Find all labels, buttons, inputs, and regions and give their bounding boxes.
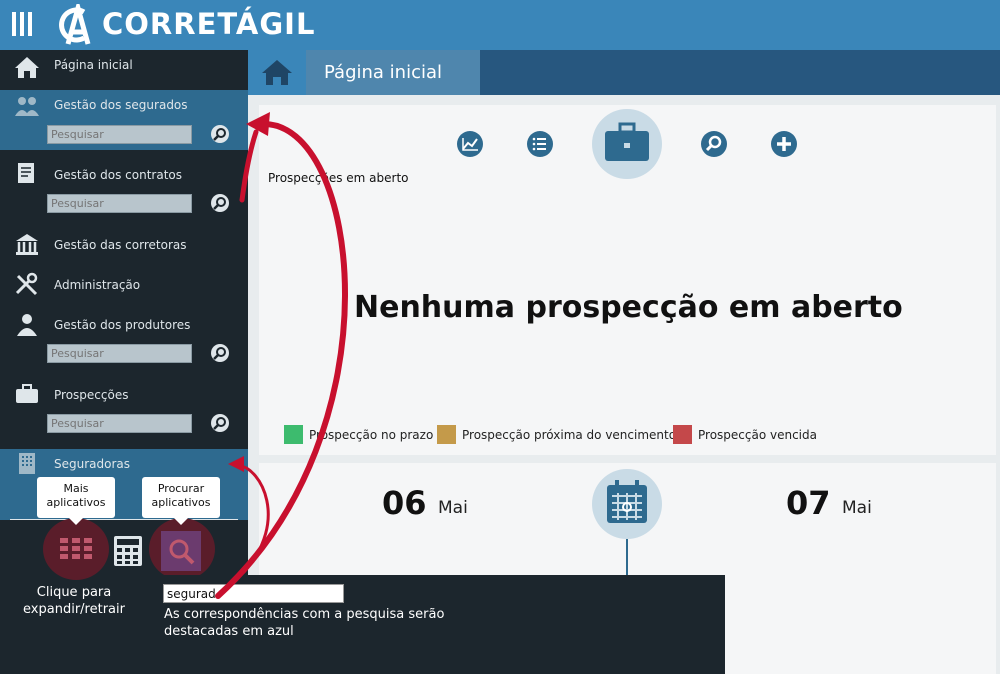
search-apps-tile	[161, 531, 201, 571]
sidebar-item-label: Gestão dos produtores	[54, 318, 191, 332]
legend-label: Prospecção próxima do vencimento	[462, 427, 677, 442]
divider	[10, 519, 238, 520]
sidebar-item-label: Gestão dos contratos	[54, 168, 183, 182]
search-input[interactable]	[47, 125, 192, 144]
legend-item: Prospecção vencida	[673, 425, 817, 444]
legend-swatch	[673, 425, 692, 444]
legend-item: Prospecção no prazo	[284, 425, 433, 444]
calendar-button[interactable]	[592, 469, 662, 539]
briefcase-tool[interactable]	[592, 109, 662, 179]
sidebar-item-home[interactable]: Página inicial	[0, 50, 248, 88]
app-search-input[interactable]	[163, 584, 344, 603]
search-apps-button[interactable]	[149, 518, 215, 580]
tooltip-search-apps: Procurar aplicativos	[142, 477, 220, 525]
tools-label: Prospecções em aberto	[268, 171, 409, 185]
search-icon[interactable]	[211, 194, 229, 212]
sidebar-item-produtores[interactable]: Gestão dos produtores	[0, 308, 248, 378]
grid-icon	[60, 538, 92, 559]
calculator-icon[interactable]	[113, 535, 143, 567]
empty-message: Nenhuma prospecção em aberto	[354, 290, 903, 325]
bank-icon	[16, 234, 38, 255]
page-title-tab: Página inicial	[306, 50, 480, 95]
search-icon[interactable]	[211, 414, 229, 432]
search-input[interactable]	[47, 414, 192, 433]
home-icon	[15, 57, 39, 78]
tools-icon	[15, 272, 38, 296]
chart-icon[interactable]	[457, 131, 483, 157]
contract-icon	[18, 163, 34, 183]
brand-name: CORRETÁGIL	[102, 7, 316, 41]
more-apps-button[interactable]	[43, 518, 109, 580]
legend-label: Prospecção vencida	[698, 427, 817, 442]
briefcase-icon	[605, 122, 649, 161]
logo	[59, 4, 91, 45]
sidebar-item-contratos[interactable]: Gestão dos contratos	[0, 153, 248, 221]
tooltip-more-apps: Mais aplicativos	[37, 477, 115, 525]
sidebar-item-label: Administração	[54, 278, 141, 292]
search-icon[interactable]	[211, 125, 229, 143]
search-icon	[169, 539, 195, 565]
sidebar-item-label: Gestão dos segurados	[54, 98, 188, 112]
sidebar-item-prospeccoes[interactable]: Prospecções	[0, 378, 248, 448]
expand-caption: Clique para expandir/retrair	[23, 585, 125, 617]
date-day: 07	[786, 484, 831, 522]
search-input[interactable]	[47, 194, 192, 213]
sidebar-item-label: Gestão das corretoras	[54, 238, 187, 252]
sidebar-item-segurados[interactable]: Gestão dos segurados	[0, 90, 248, 150]
legend-label: Prospecção no prazo	[309, 427, 434, 442]
sidebar-item-label: Página inicial	[54, 58, 133, 72]
timeline-line	[626, 539, 628, 579]
date-month: Mai	[842, 498, 872, 518]
home-tab[interactable]	[248, 50, 306, 95]
users-icon	[15, 97, 39, 116]
building-icon	[19, 453, 35, 474]
producer-icon	[17, 314, 37, 336]
sidebar-item-label: Seguradoras	[54, 457, 131, 471]
date-day: 06	[382, 484, 427, 522]
calendar-icon	[607, 480, 647, 523]
sidebar-item-administracao[interactable]: Administração	[0, 268, 248, 302]
home-icon	[262, 60, 292, 85]
legend-swatch	[284, 425, 303, 444]
search-caption: As correspondências com a pesquisa serão…	[164, 607, 445, 639]
sidebar: Página inicial Gestão dos segurados Gest…	[0, 50, 248, 520]
menu-icon[interactable]	[12, 12, 32, 36]
briefcase-icon	[16, 384, 38, 403]
search-icon[interactable]	[211, 344, 229, 362]
add-icon[interactable]	[771, 131, 797, 157]
list-icon[interactable]	[527, 131, 553, 157]
search-input[interactable]	[47, 344, 192, 363]
search-icon[interactable]	[701, 131, 727, 157]
sidebar-item-label: Prospecções	[54, 388, 129, 402]
legend-swatch	[437, 425, 456, 444]
date-month: Mai	[438, 498, 468, 518]
sidebar-item-corretoras[interactable]: Gestão das corretoras	[0, 228, 248, 262]
legend-item: Prospecção próxima do vencimento	[437, 425, 676, 444]
page-title: Página inicial	[324, 62, 443, 83]
